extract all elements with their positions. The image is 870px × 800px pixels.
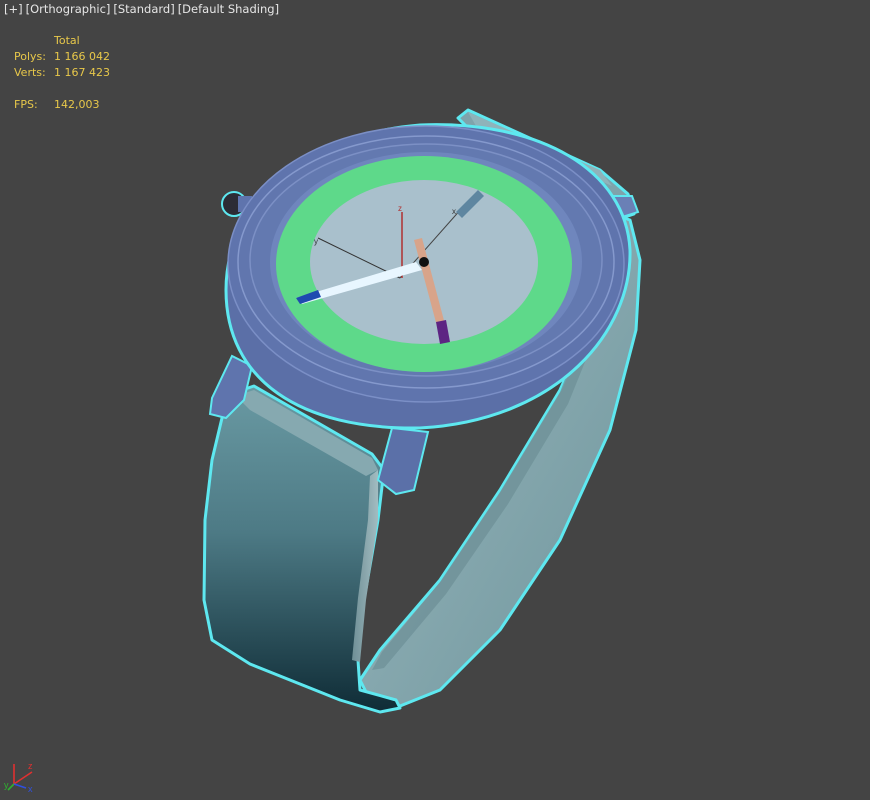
svg-text:x: x	[452, 207, 456, 216]
svg-text:z: z	[398, 204, 402, 213]
gizmo-z-label: z	[28, 761, 33, 771]
viewport-perspective[interactable]: [+] [Orthographic] [Standard] [Default S…	[0, 0, 870, 800]
gizmo-y-label: y	[4, 780, 9, 790]
gizmo-x-label: x	[28, 784, 33, 794]
svg-text:y: y	[314, 237, 318, 246]
watch-model[interactable]: z y x	[0, 0, 870, 800]
axis-gizmo: z y x	[4, 761, 33, 794]
